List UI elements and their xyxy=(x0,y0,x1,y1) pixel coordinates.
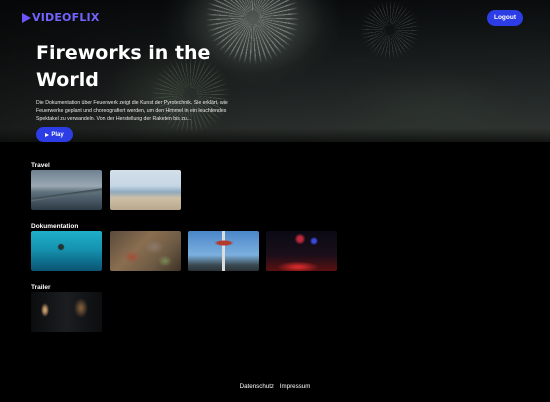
page: VIDEOFLIX Logout Fireworks in the World … xyxy=(0,0,550,402)
logo-text: VIDEOFLIX xyxy=(32,11,100,24)
footer-link-datenschutz[interactable]: Datenschutz xyxy=(240,383,274,390)
section-title-trailer: Trailer xyxy=(31,284,51,291)
hero-title: Fireworks in the World xyxy=(36,42,211,91)
play-icon xyxy=(45,132,50,137)
video-thumbnail-pier[interactable] xyxy=(31,170,102,210)
play-button[interactable]: Play xyxy=(36,127,73,142)
hero-description: Die Dokumentation über Feuerwerk zeigt d… xyxy=(36,100,228,122)
section-title-travel: Travel xyxy=(31,162,50,169)
video-thumbnail-leaves[interactable] xyxy=(110,231,181,271)
video-thumbnail-beach[interactable] xyxy=(110,170,181,210)
hero-horizon xyxy=(0,128,550,142)
video-thumbnail-fireworks[interactable] xyxy=(266,231,337,271)
logo-play-icon xyxy=(22,13,31,23)
logout-button[interactable]: Logout xyxy=(487,10,523,26)
footer-link-impressum[interactable]: Impressum xyxy=(280,383,311,390)
section-title-dokumentation: Dokumentation xyxy=(31,223,79,230)
play-label: Play xyxy=(51,131,64,138)
videoflix-logo[interactable]: VIDEOFLIX xyxy=(22,11,100,25)
video-thumbnail-carousel[interactable] xyxy=(188,231,259,271)
footer: Datenschutz Impressum xyxy=(0,383,550,390)
video-thumbnail-trailer[interactable] xyxy=(31,292,102,332)
video-thumbnail-diver[interactable] xyxy=(31,231,102,271)
